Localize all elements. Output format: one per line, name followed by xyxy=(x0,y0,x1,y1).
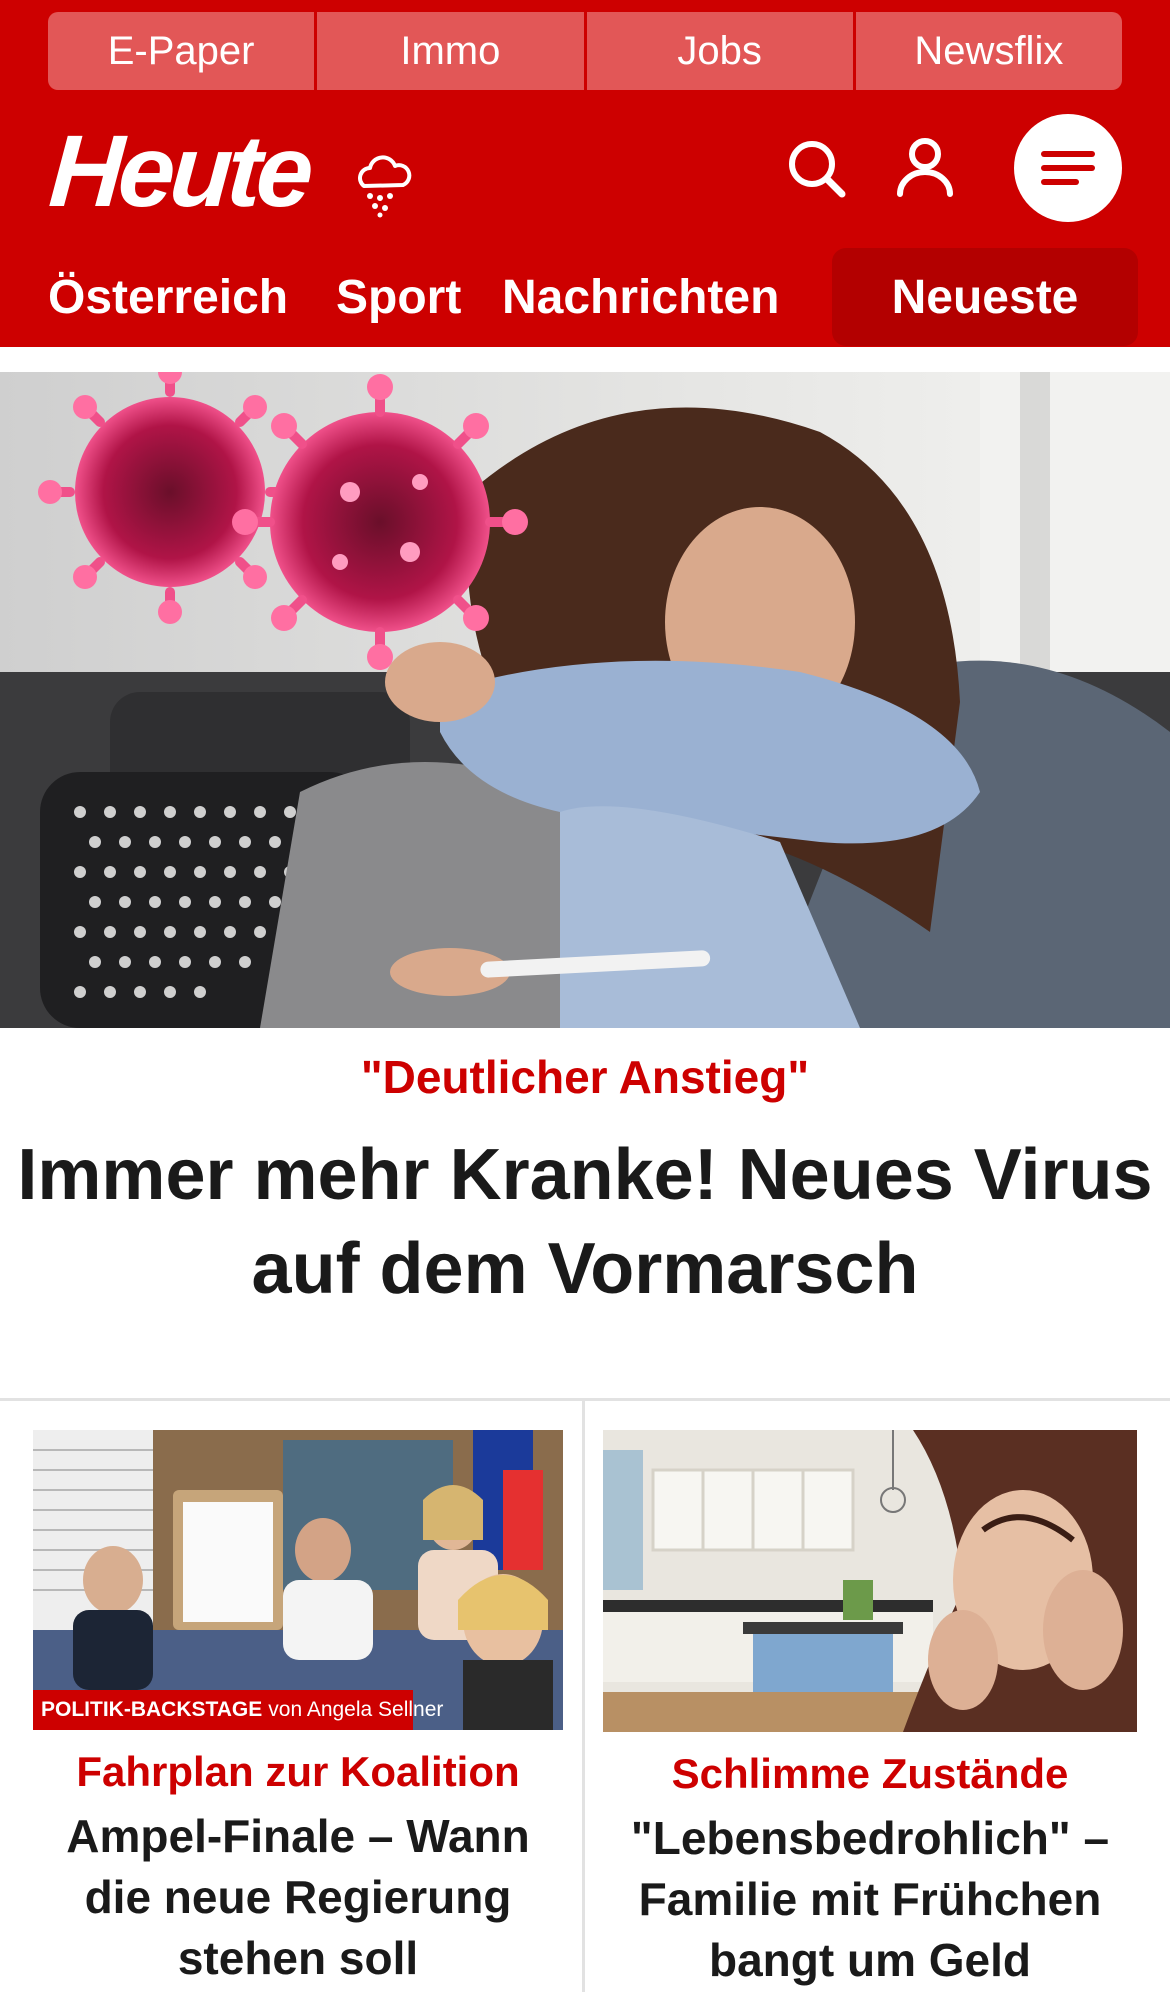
hero-kicker[interactable]: "Deutlicher Anstieg" xyxy=(0,1050,1170,1104)
coalition-meeting-photo xyxy=(33,1430,563,1730)
hero-photo-illustration xyxy=(0,372,1170,1028)
politik-backstage-badge: POLITIK-BACKSTAGE von Angela Sellner xyxy=(33,1690,443,1730)
teaser-kicker-family[interactable]: Schlimme Zustände xyxy=(603,1750,1137,1798)
backstage-label: POLITIK-BACKSTAGE xyxy=(41,1698,263,1721)
top-nav-newsflix[interactable]: Newsflix xyxy=(855,12,1122,90)
menu-icon xyxy=(1041,151,1095,185)
top-nav-epaper[interactable]: E-Paper xyxy=(48,12,318,90)
weather-rain-icon[interactable] xyxy=(350,152,416,218)
column-divider xyxy=(582,1401,585,1992)
search-icon[interactable] xyxy=(786,138,848,200)
teaser-headline-family[interactable]: "Lebensbedrohlich" – Familie mit Frühche… xyxy=(610,1808,1130,1991)
teaser-image-coalition[interactable]: POLITIK-BACKSTAGE von Angela Sellner xyxy=(33,1430,563,1730)
top-nav-immo[interactable]: Immo xyxy=(317,12,587,90)
top-nav: E-Paper Immo Jobs Newsflix xyxy=(48,12,1122,90)
section-nav: Österreich Sport Nachrichten Neueste xyxy=(0,248,1170,346)
teaser-kicker-coalition[interactable]: Fahrplan zur Koalition xyxy=(33,1748,563,1796)
section-divider xyxy=(0,1398,1170,1401)
hero-headline[interactable]: Immer mehr Kranke! Neues Virus auf dem V… xyxy=(6,1128,1164,1316)
site-header: E-Paper Immo Jobs Newsflix Heute xyxy=(0,0,1170,246)
section-nav-nachrichten[interactable]: Nachrichten xyxy=(502,248,779,346)
teaser-headline-coalition[interactable]: Ampel-Finale – Wann die neue Regierung s… xyxy=(40,1806,556,1989)
virus-graphic-right xyxy=(232,374,528,670)
section-nav-neueste[interactable]: Neueste xyxy=(832,248,1138,346)
virus-graphic-left xyxy=(38,372,302,624)
top-nav-jobs[interactable]: Jobs xyxy=(586,12,856,90)
user-icon[interactable] xyxy=(894,136,956,198)
backstage-author: von Angela Sellner xyxy=(268,1698,444,1721)
hero-image[interactable] xyxy=(0,372,1170,1028)
site-logo[interactable]: Heute xyxy=(46,114,312,228)
kitchen-woman-photo xyxy=(603,1430,1137,1732)
teaser-image-family[interactable] xyxy=(603,1430,1137,1732)
section-nav-oesterreich[interactable]: Österreich xyxy=(48,248,288,346)
menu-button[interactable] xyxy=(1014,114,1122,222)
section-nav-sport[interactable]: Sport xyxy=(336,248,461,346)
